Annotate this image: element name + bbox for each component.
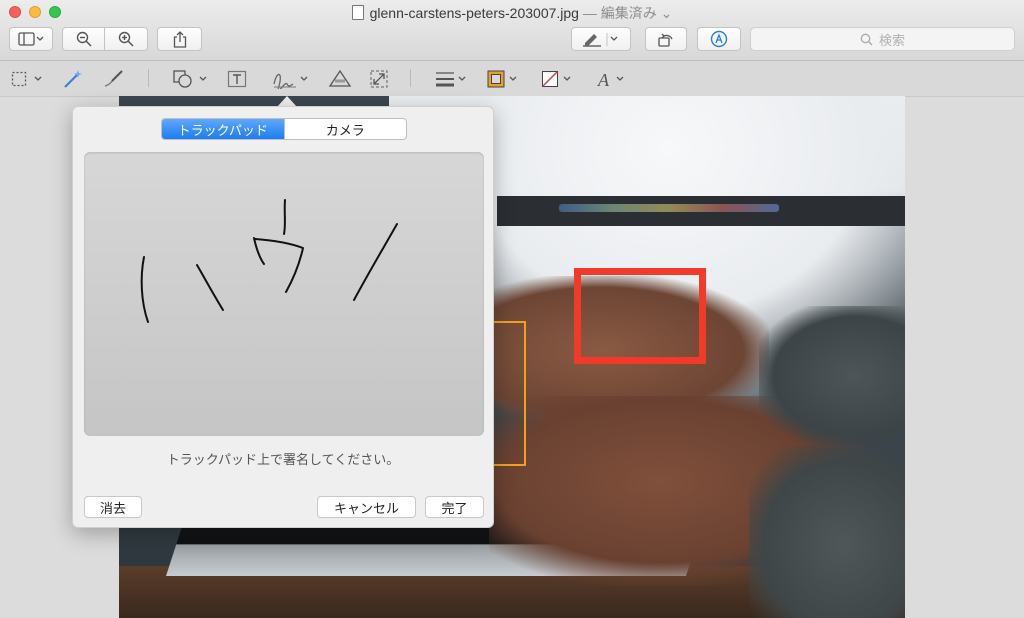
clear-button[interactable]: 消去 (84, 496, 142, 518)
search-field[interactable]: 検索 (750, 27, 1015, 51)
adjust-size-icon (370, 70, 388, 88)
zoom-in-button[interactable] (104, 27, 148, 51)
signature-instructions: トラックパッド上で署名してください。 (166, 452, 400, 467)
share-button[interactable] (157, 27, 202, 51)
photo-monitor-highlights (559, 204, 779, 212)
title-bar: glenn-carstens-peters-203007.jpg — 編集済み … (0, 0, 1024, 61)
toolbar-divider (148, 69, 149, 87)
sketch-icon (104, 70, 123, 87)
zoom-out-button[interactable] (62, 27, 105, 51)
sidebar-view-button[interactable] (9, 27, 53, 51)
search-placeholder: 検索 (878, 32, 905, 48)
line-style-icon (436, 72, 466, 87)
cancel-button[interactable]: キャンセル (317, 496, 416, 518)
photo-screen-strip (119, 96, 389, 106)
rotate-button[interactable] (645, 27, 687, 51)
instant-alpha-icon (64, 70, 82, 88)
signature-pad[interactable] (84, 152, 484, 436)
tab-camera[interactable]: カメラ (283, 119, 407, 139)
sign-icon (273, 73, 308, 89)
selection-tool[interactable] (11, 67, 47, 91)
sign-tool[interactable] (272, 67, 312, 91)
window-title-suffix: — 編集済み (582, 5, 657, 21)
shapes-icon (173, 70, 207, 88)
border-color-icon (487, 70, 517, 88)
selection-icon (11, 71, 42, 87)
fill-color-icon (542, 71, 571, 87)
adjust-size-tool[interactable] (369, 67, 389, 91)
orange-rectangle-annotation[interactable] (493, 321, 526, 466)
instant-alpha-tool[interactable] (62, 67, 84, 91)
photo-sleeve-upper (759, 306, 905, 446)
search-icon (860, 33, 873, 45)
text-tool[interactable] (227, 67, 247, 91)
document-icon (351, 5, 364, 20)
signature-popover: トラックパッド カメラ トラックパッド上で署名してください。 消去 キャンセル … (72, 106, 494, 528)
text-style-icon: A (597, 70, 624, 89)
adjust-color-tool[interactable] (328, 67, 352, 91)
text-icon (227, 70, 247, 88)
done-button[interactable]: 完了 (425, 496, 484, 518)
window-title: glenn-carstens-peters-203007.jpg — 編集済み … (0, 3, 1024, 23)
fill-color-tool[interactable] (541, 67, 577, 91)
adjust-color-icon (328, 69, 352, 87)
markup-toolbar-button[interactable] (697, 27, 741, 51)
sidebar-view-icon (18, 32, 44, 46)
zoom-out-icon (76, 31, 92, 47)
window-title-text: glenn-carstens-peters-203007.jpg (369, 5, 579, 21)
highlight-icon (583, 33, 618, 47)
red-rectangle-annotation[interactable] (574, 268, 706, 364)
shapes-tool[interactable] (172, 67, 210, 91)
tab-trackpad[interactable]: トラックパッド (162, 119, 284, 139)
text-style-tool[interactable]: A (596, 67, 630, 91)
toolbar-divider (410, 69, 411, 87)
zoom-in-icon (118, 31, 134, 47)
svg-text:A: A (597, 70, 610, 89)
line-style-tool[interactable] (434, 67, 470, 91)
photo-sleeve-lower (749, 446, 905, 618)
rotate-icon (658, 33, 673, 47)
chevron-down-icon[interactable]: ⌄ (661, 5, 673, 21)
markup-toolbar: A (0, 61, 1024, 97)
sketch-tool[interactable] (102, 67, 126, 91)
share-icon (173, 30, 186, 48)
signature-source-tabs: トラックパッド カメラ (161, 118, 407, 140)
markup-icon (710, 30, 728, 48)
signature-strokes (140, 199, 398, 323)
border-color-tool[interactable] (487, 67, 523, 91)
highlight-button[interactable] (571, 27, 631, 51)
